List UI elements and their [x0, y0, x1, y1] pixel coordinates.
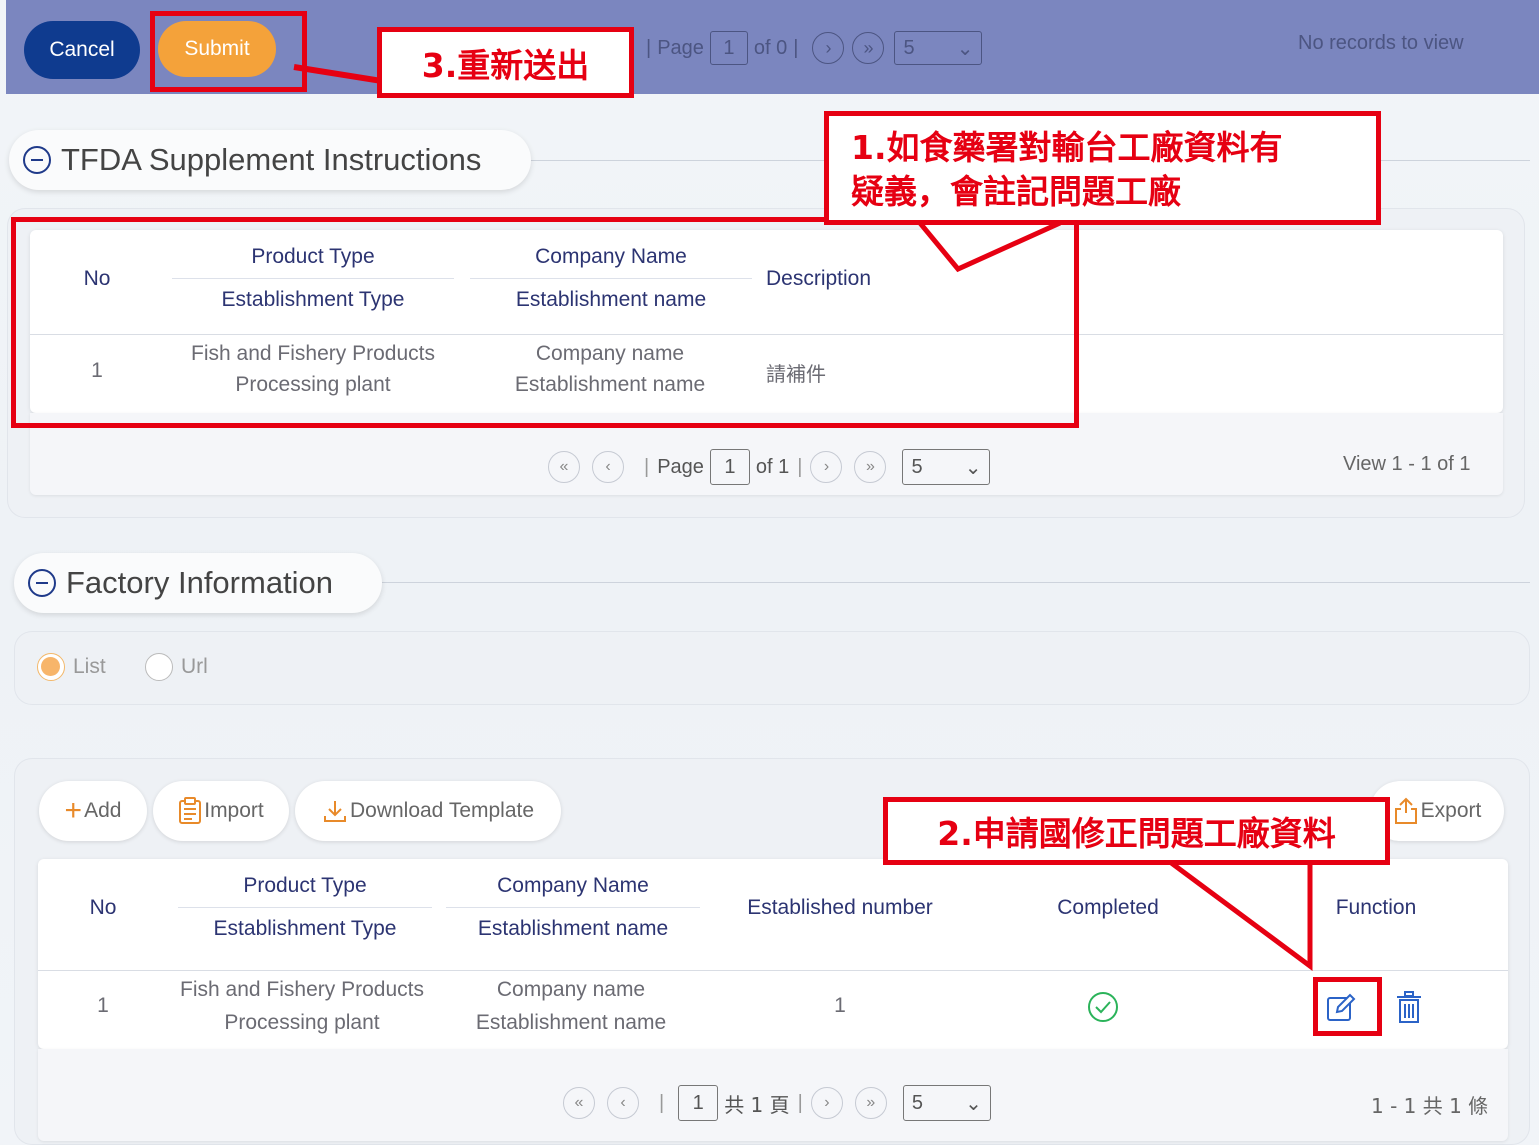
download-icon	[323, 801, 346, 822]
cell-company-name: Company name	[496, 978, 646, 1001]
callout-connector	[293, 64, 383, 84]
edit-highlight-box	[1313, 977, 1382, 1036]
step2-callout: 2.申請國修正問題工廠資料	[883, 797, 1390, 865]
page-input[interactable]: 1	[709, 31, 748, 65]
header-divider	[178, 907, 432, 908]
page-size-select[interactable]: 5 ⌄	[902, 449, 991, 485]
trash-icon[interactable]	[1396, 990, 1422, 1024]
check-circle-icon	[1088, 992, 1118, 1022]
cell-establishment-name: Establishment name	[475, 1011, 667, 1034]
next-page-icon[interactable]: ›	[812, 32, 845, 64]
total-pages-label: 共 1 頁	[724, 1092, 790, 1117]
cell-established-number: 1	[834, 994, 846, 1017]
step1-line2: 疑義，會註記問題工廠	[851, 172, 1181, 211]
next-page-icon[interactable]: ›	[810, 451, 843, 483]
chevron-down-icon: ⌄	[964, 456, 982, 479]
cell-no: 1	[97, 994, 109, 1017]
column-header-product-type[interactable]: Product Type	[178, 874, 432, 898]
page-of-label: of 1	[755, 455, 790, 478]
submit-highlight-box	[150, 11, 307, 92]
radio-selected-icon	[37, 653, 65, 681]
supplement-view-text: View 1 - 1 of 1	[1343, 453, 1471, 475]
export-icon	[1394, 797, 1417, 824]
last-page-icon[interactable]: »	[854, 451, 887, 483]
page-label: Page	[657, 36, 704, 59]
next-page-icon[interactable]: ›	[810, 1087, 843, 1119]
records-text: No records to view	[1298, 32, 1464, 54]
last-page-icon[interactable]: »	[854, 1087, 887, 1119]
chevron-down-icon: ⌄	[965, 1092, 982, 1115]
section-divider	[380, 582, 1530, 583]
add-label: Add	[84, 799, 122, 822]
export-button[interactable]: Export	[1370, 781, 1504, 841]
page-input[interactable]: 1	[678, 1085, 719, 1121]
supplement-pager: « ‹ | Page 1 of 1 | › » 5 ⌄	[548, 449, 991, 485]
import-button[interactable]: Import	[153, 781, 289, 841]
source-type-panel	[14, 631, 1530, 705]
pager-separator: |	[797, 455, 803, 478]
column-header-no[interactable]: No	[66, 896, 140, 920]
download-template-button[interactable]: Download Template	[295, 781, 561, 841]
factory-section-header[interactable]: Factory Information	[14, 553, 382, 613]
supplement-section-header[interactable]: TFDA Supplement Instructions	[9, 130, 531, 190]
callout-pointer	[1168, 859, 1313, 971]
collapse-icon[interactable]	[28, 569, 56, 597]
page-of-label: of 0	[753, 36, 788, 59]
pager-separator: |	[793, 36, 799, 59]
export-label: Export	[1420, 799, 1482, 822]
step3-callout: 3.重新送出	[377, 27, 634, 98]
column-header-company-name[interactable]: Company Name	[446, 874, 700, 898]
radio-url-label: Url	[181, 655, 208, 678]
top-pager: | Page 1 of 0 | › » 5 ⌄	[640, 30, 983, 66]
supplement-title: TFDA Supplement Instructions	[61, 142, 482, 177]
step1-callout: 1.如食藥署對輸台工廠資料有 疑義，會註記問題工廠	[824, 111, 1381, 225]
page-size-value: 5	[903, 36, 915, 59]
column-header-established-number[interactable]: Established number	[720, 896, 960, 920]
chevron-down-icon: ⌄	[956, 37, 974, 60]
column-header-establishment-name[interactable]: Establishment name	[446, 917, 700, 941]
pager-separator: |	[797, 1091, 803, 1114]
plus-icon: +	[64, 794, 83, 827]
page-label: Page	[657, 455, 704, 478]
first-page-icon[interactable]: «	[548, 451, 580, 483]
prev-page-icon[interactable]: ‹	[592, 451, 624, 483]
step1-line1: 1.如食藥署對輸台工廠資料有	[851, 128, 1283, 167]
page-size-select[interactable]: 5 ⌄	[894, 31, 983, 65]
last-page-icon[interactable]: »	[852, 32, 885, 64]
download-template-label: Download Template	[349, 799, 535, 822]
cell-product-type: Fish and Fishery Products	[180, 978, 424, 1001]
header-divider	[446, 907, 700, 908]
factory-title: Factory Information	[66, 565, 334, 600]
radio-url[interactable]: Url	[145, 653, 208, 681]
prev-page-icon[interactable]: ‹	[607, 1087, 639, 1119]
pager-separator: |	[659, 1091, 665, 1114]
clipboard-icon	[179, 797, 202, 824]
radio-unselected-icon	[145, 653, 173, 681]
radio-list-label: List	[73, 655, 106, 678]
page-size-select[interactable]: 5 ⌄	[902, 1085, 991, 1121]
pager-separator: |	[646, 36, 652, 59]
pager-separator: |	[644, 455, 650, 478]
import-label: Import	[204, 799, 264, 822]
collapse-icon[interactable]	[23, 146, 51, 174]
page-size-value: 5	[911, 455, 923, 478]
page-size-value: 5	[911, 1091, 923, 1114]
factory-view-text: 1 - 1 共 1 條	[1371, 1094, 1489, 1118]
cell-establishment-type: Processing plant	[224, 1011, 380, 1034]
factory-pager: « ‹ | 1 共 1 頁 | › » 5 ⌄	[563, 1085, 991, 1121]
radio-list[interactable]: List	[37, 653, 106, 681]
cancel-button[interactable]: Cancel	[24, 21, 140, 79]
column-header-establishment-type[interactable]: Establishment Type	[178, 917, 432, 941]
first-page-icon[interactable]: «	[563, 1087, 595, 1119]
add-button[interactable]: + Add	[39, 781, 147, 841]
page-input[interactable]: 1	[709, 449, 750, 485]
